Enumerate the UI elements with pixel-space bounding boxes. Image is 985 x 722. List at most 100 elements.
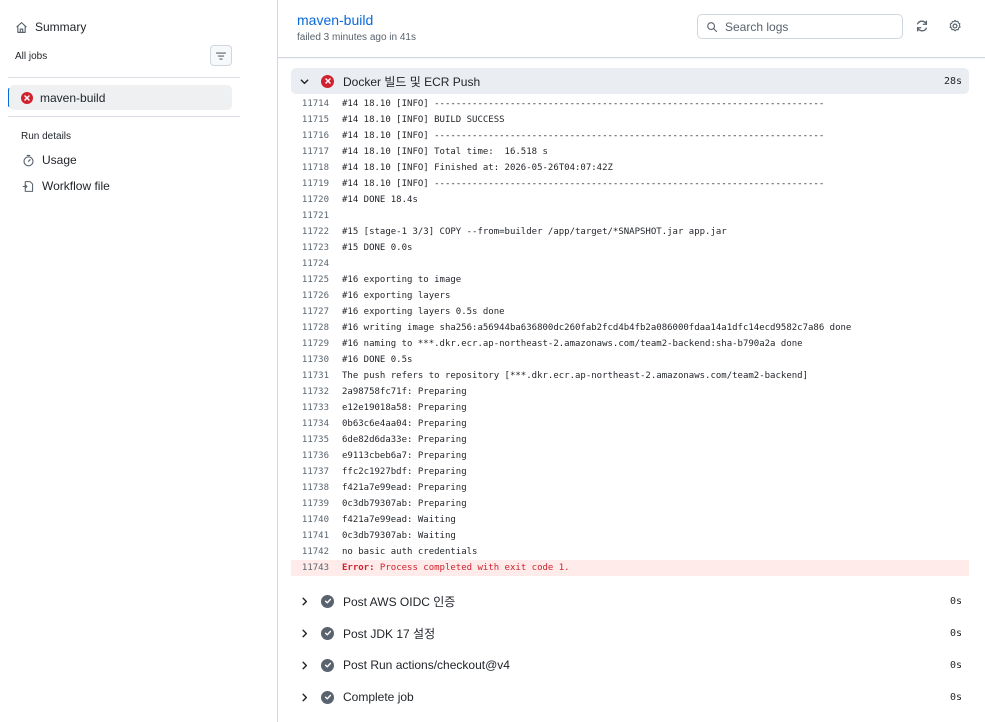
chevron-right-icon	[299, 595, 311, 607]
line-text: f421a7e99ead: Waiting	[342, 515, 456, 525]
step-row[interactable]: Post Run actions/checkout@v4 0s	[291, 652, 969, 678]
step-row[interactable]: Complete job 0s	[291, 684, 969, 710]
line-number[interactable]: 11736	[291, 451, 329, 461]
log-line: 11729 #16 naming to ***.dkr.ecr.ap-northe…	[291, 336, 969, 352]
line-number[interactable]: 11737	[291, 467, 329, 477]
chevron-right-icon	[299, 627, 311, 639]
step-row[interactable]: Post AWS OIDC 인증 0s	[291, 588, 969, 614]
step-name: Post AWS OIDC 인증	[343, 594, 456, 609]
job-item-maven-build[interactable]: maven-build	[9, 85, 232, 110]
log-line: 11720 #14 DONE 18.4s	[291, 192, 969, 208]
job-header: maven-build failed 3 minutes ago in 41s	[278, 0, 985, 58]
line-number[interactable]: 11735	[291, 435, 329, 445]
line-number[interactable]: 11716	[291, 131, 329, 141]
log-line: 11733 e12e19018a58: Preparing	[291, 400, 969, 416]
search-icon	[707, 21, 718, 32]
job-status-subtitle: failed 3 minutes ago in 41s	[297, 32, 416, 43]
error-message: Process completed with exit code 1.	[374, 563, 570, 573]
line-number[interactable]: 11743	[291, 563, 329, 573]
chevron-down-icon	[299, 75, 311, 87]
line-number[interactable]: 11727	[291, 307, 329, 317]
check-circle-icon	[321, 690, 334, 704]
check-circle-icon	[321, 658, 334, 672]
step-header-docker-build[interactable]: Docker 빌드 및 ECR Push 28s	[291, 68, 969, 94]
line-text: e9113cbeb6a7: Preparing	[342, 451, 467, 461]
step-duration: 0s	[949, 659, 962, 671]
line-text: 0c3db79307ab: Waiting	[342, 531, 456, 541]
log-line: 11722 #15 [stage-1 3/3] COPY --from=build…	[291, 224, 969, 240]
log-line: 11737 ffc2c1927bdf: Preparing	[291, 464, 969, 480]
line-number[interactable]: 11730	[291, 355, 329, 365]
usage-link[interactable]: Usage	[21, 149, 77, 171]
chevron-right-icon	[299, 691, 311, 703]
line-number[interactable]: 11725	[291, 275, 329, 285]
line-text: f421a7e99ead: Preparing	[342, 483, 467, 493]
home-icon	[14, 20, 28, 34]
step-duration: 0s	[949, 691, 962, 703]
workflow-file-link[interactable]: Workflow file	[21, 175, 110, 197]
line-number[interactable]: 11720	[291, 195, 329, 205]
line-number[interactable]: 11739	[291, 499, 329, 509]
line-number[interactable]: 11738	[291, 483, 329, 493]
log-line: 11726 #16 exporting layers	[291, 288, 969, 304]
line-number[interactable]: 11728	[291, 323, 329, 333]
filter-jobs-button[interactable]	[210, 45, 232, 66]
log-line: 11734 0b63c6e4aa04: Preparing	[291, 416, 969, 432]
log-line: 11740 f421a7e99ead: Waiting	[291, 512, 969, 528]
line-number[interactable]: 11742	[291, 547, 329, 557]
line-text: #16 exporting to image	[342, 275, 462, 285]
line-number[interactable]: 11719	[291, 179, 329, 189]
job-title: maven-build	[297, 12, 374, 28]
step-duration: 28s	[943, 75, 962, 87]
refresh-button[interactable]	[914, 18, 930, 34]
search-logs-box[interactable]	[697, 14, 903, 39]
line-number[interactable]: 11733	[291, 403, 329, 413]
usage-label: Usage	[42, 153, 77, 167]
line-number[interactable]: 11715	[291, 115, 329, 125]
line-text: #14 18.10 [INFO] Total time: 16.518 s	[342, 147, 548, 157]
line-number[interactable]: 11724	[291, 259, 329, 269]
line-text: 6de82d6da33e: Preparing	[342, 435, 467, 445]
workflow-file-icon	[21, 179, 35, 193]
line-number[interactable]: 11732	[291, 387, 329, 397]
gear-icon	[949, 19, 961, 32]
step-row[interactable]: Post JDK 17 설정 0s	[291, 620, 969, 646]
line-number[interactable]: 11726	[291, 291, 329, 301]
line-text: #14 18.10 [INFO] -----------------------…	[342, 99, 825, 109]
log-line-error: 11743 Error: Process completed with exit …	[291, 560, 969, 576]
line-number[interactable]: 11718	[291, 163, 329, 173]
filter-icon	[215, 51, 227, 60]
line-number[interactable]: 11717	[291, 147, 329, 157]
line-number[interactable]: 11731	[291, 371, 329, 381]
log-line: 11717 #14 18.10 [INFO] Total time: 16.518…	[291, 144, 969, 160]
settings-button[interactable]	[947, 18, 963, 34]
line-text: #16 naming to ***.dkr.ecr.ap-northeast-2…	[342, 339, 803, 349]
step-name: Post JDK 17 설정	[343, 626, 436, 641]
step-duration: 0s	[949, 595, 962, 607]
check-circle-icon	[321, 626, 334, 640]
line-number[interactable]: 11740	[291, 515, 329, 525]
line-text: #16 writing image sha256:a56944ba636800d…	[342, 323, 852, 333]
line-number[interactable]: 11741	[291, 531, 329, 541]
line-number[interactable]: 11722	[291, 227, 329, 237]
sidebar: Summary All jobs maven-build Run details…	[0, 0, 248, 722]
line-number[interactable]: 11714	[291, 99, 329, 109]
line-number[interactable]: 11721	[291, 211, 329, 221]
step-name: Complete job	[343, 690, 414, 704]
log-line: 11741 0c3db79307ab: Waiting	[291, 528, 969, 544]
log-panel: Docker 빌드 및 ECR Push 28s 11714 #14 18.10 …	[278, 59, 985, 722]
x-circle-icon	[321, 74, 334, 88]
log-line: 11727 #16 exporting layers 0.5s done	[291, 304, 969, 320]
log-line: 11715 #14 18.10 [INFO] BUILD SUCCESS	[291, 112, 969, 128]
search-logs-input[interactable]	[725, 19, 895, 34]
line-text: #14 18.10 [INFO] Finished at: 2026-05-26…	[342, 163, 613, 173]
line-text: #14 18.10 [INFO] -----------------------…	[342, 131, 825, 141]
line-number[interactable]: 11729	[291, 339, 329, 349]
step-name: Post Run actions/checkout@v4	[343, 658, 510, 672]
line-number[interactable]: 11723	[291, 243, 329, 253]
main-panel: maven-build failed 3 minutes ago in 41s …	[277, 0, 985, 722]
step-duration: 0s	[949, 627, 962, 639]
line-number[interactable]: 11734	[291, 419, 329, 429]
line-text: no basic auth credentials	[342, 547, 478, 557]
summary-link[interactable]: Summary	[14, 16, 86, 38]
